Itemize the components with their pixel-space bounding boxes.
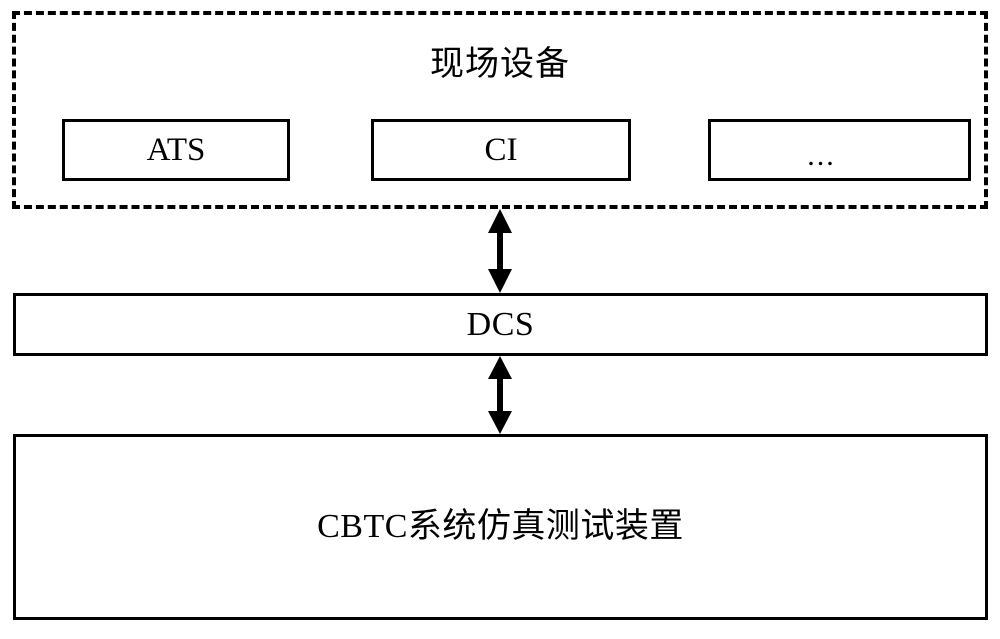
node-cbtc-test-device-label: CBTC系统仿真测试装置 xyxy=(317,508,684,545)
node-ats-label: ATS xyxy=(146,132,206,168)
node-dcs-label: DCS xyxy=(466,305,535,343)
field-equipment-group-title: 现场设备 xyxy=(430,46,570,83)
node-more-label: ... xyxy=(807,139,836,172)
node-ats: ATS xyxy=(62,119,290,181)
double-arrow-icon-field-to-dcs xyxy=(481,209,519,293)
node-ci: CI xyxy=(371,119,631,181)
node-more: ... xyxy=(708,119,971,181)
node-dcs: DCS xyxy=(13,293,988,356)
node-ci-label: CI xyxy=(484,132,518,168)
double-arrow-icon-dcs-to-device xyxy=(481,356,519,434)
node-cbtc-test-device: CBTC系统仿真测试装置 xyxy=(13,434,988,620)
diagram-canvas: 现场设备 ATS CI ... DCS CBTC系统仿真测试装置 xyxy=(0,0,1000,639)
